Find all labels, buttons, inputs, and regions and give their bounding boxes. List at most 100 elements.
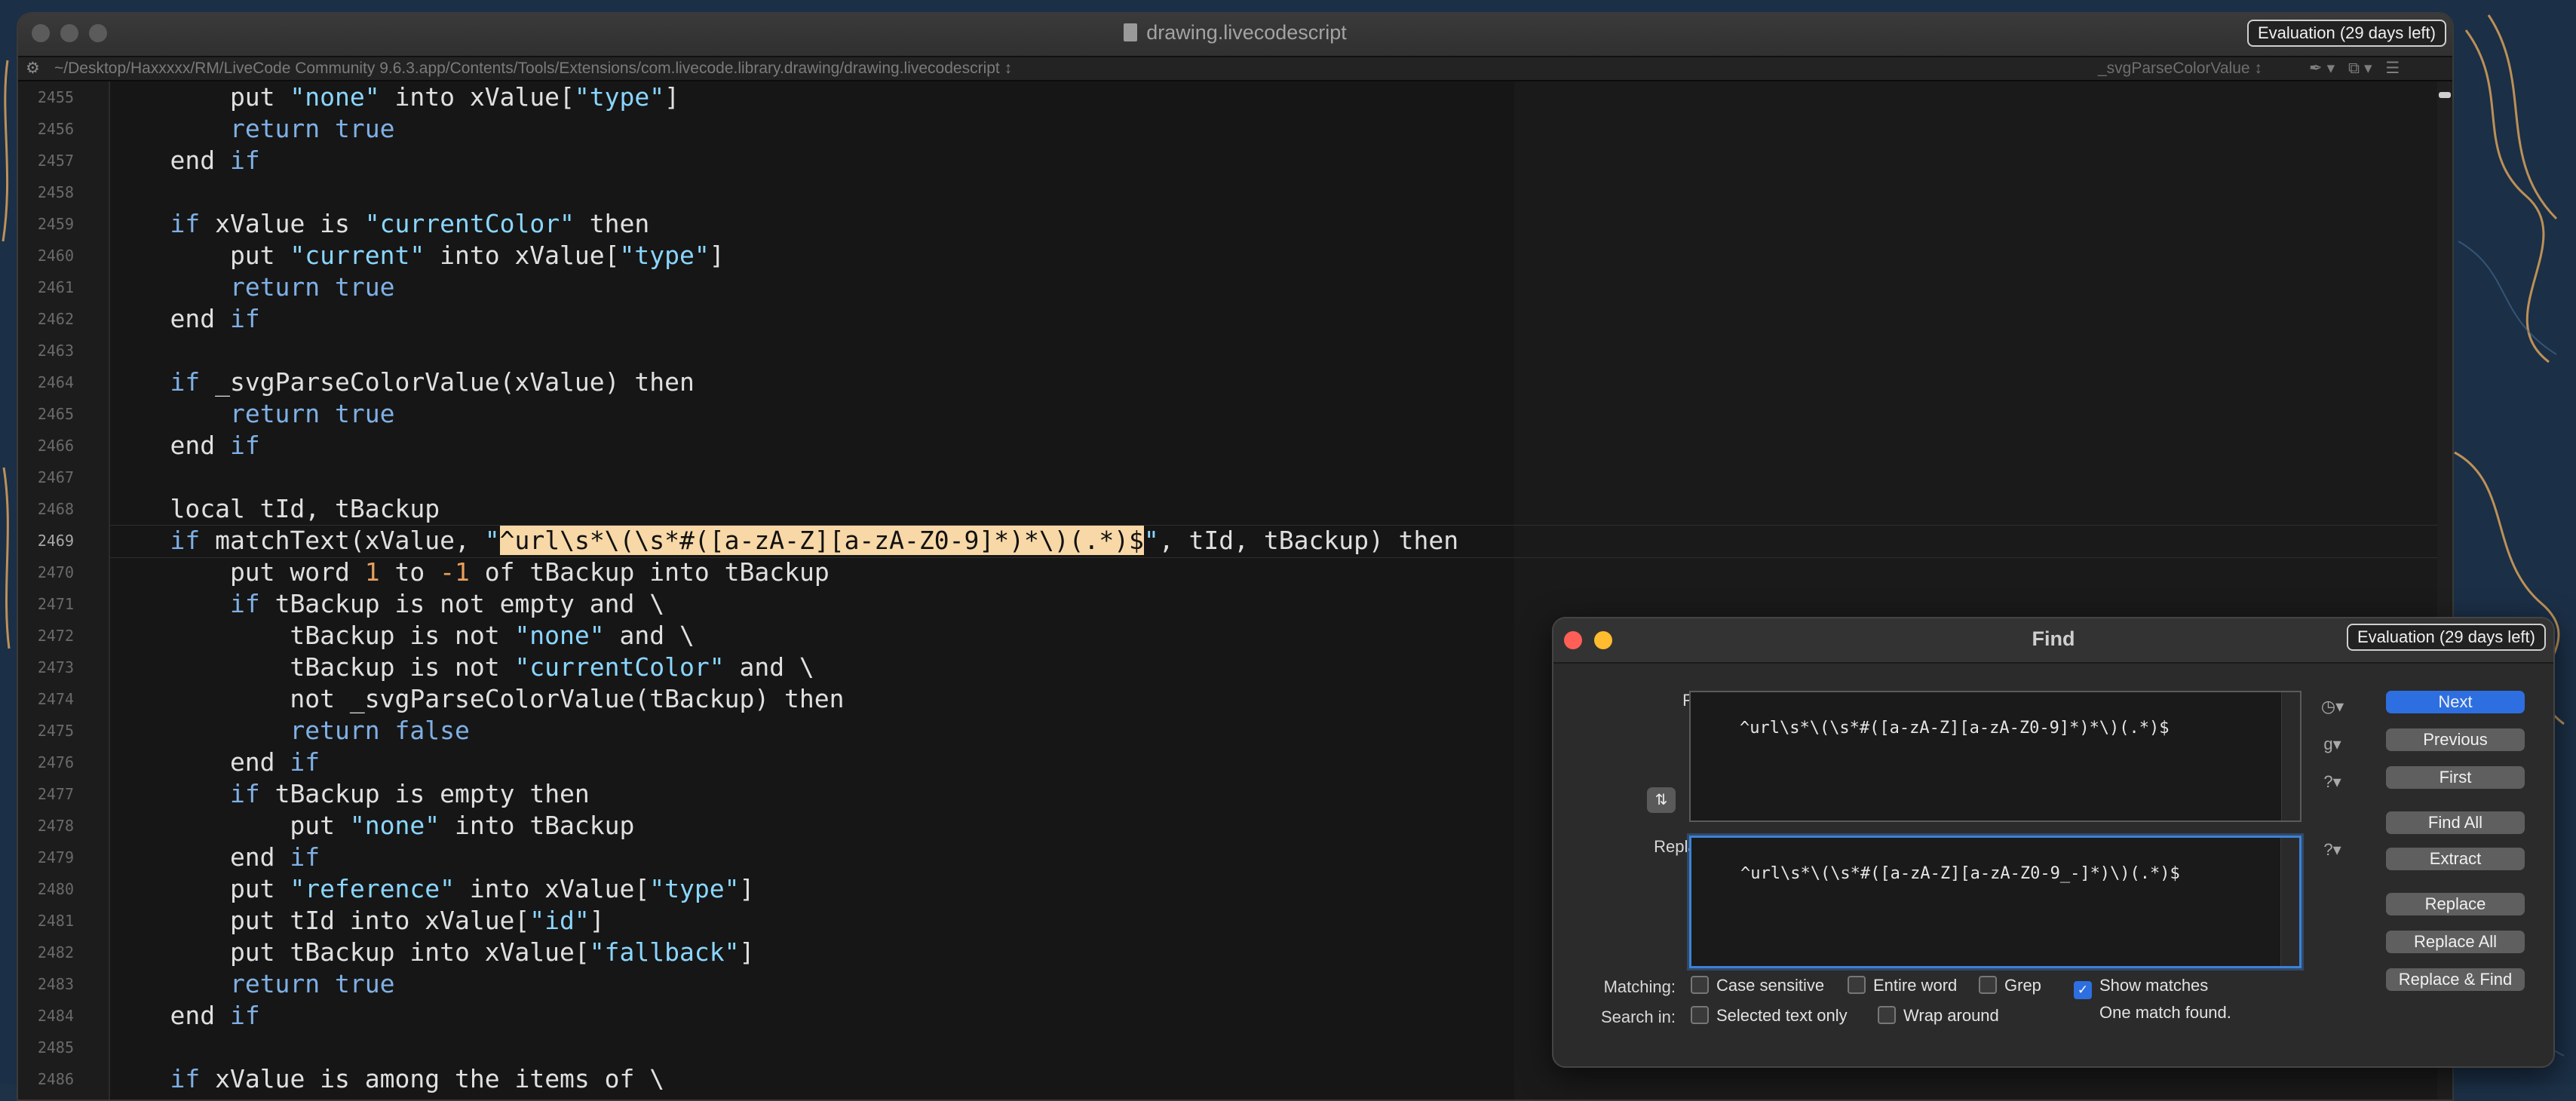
extract-button[interactable]: Extract (2386, 848, 2525, 870)
code-line[interactable]: end if (110, 747, 320, 778)
line-number[interactable]: 2471 (18, 588, 74, 620)
line-number[interactable]: 2461 (18, 271, 74, 303)
code-line[interactable]: put "current" into xValue["type"] (110, 240, 725, 271)
handler-selector[interactable]: _svgParseColorValue ↕ (2098, 57, 2262, 80)
code-line[interactable]: local tId, tBackup (110, 493, 440, 525)
line-number[interactable]: 2473 (18, 652, 74, 683)
line-number[interactable]: 2475 (18, 715, 74, 747)
code-line[interactable]: if _svgParseColorValue(xValue) then (110, 366, 694, 398)
replace-input-scrollbar[interactable] (2280, 838, 2299, 966)
checkbox-box[interactable] (1848, 976, 1866, 994)
code-line[interactable]: tBackup is not "none" and \ (110, 620, 694, 652)
previous-button[interactable]: Previous (2386, 728, 2525, 751)
line-number[interactable]: 2456 (18, 113, 74, 145)
code-token: put (110, 82, 290, 112)
code-line[interactable]: if matchText(xValue, "^url\s*\(\s*#([a-z… (110, 525, 1458, 557)
replace-all-button[interactable]: Replace All (2386, 931, 2525, 953)
path-bar: ⚙ ~/Desktop/Haxxxxx/RM/LiveCode Communit… (18, 57, 2452, 81)
line-number[interactable]: 2458 (18, 176, 74, 208)
selected-text-only-checkbox[interactable]: Selected text only (1691, 1004, 1848, 1027)
scroll-thumb[interactable] (2439, 92, 2451, 98)
replace-button[interactable]: Replace (2386, 893, 2525, 915)
line-number[interactable]: 2477 (18, 778, 74, 810)
code-line[interactable]: if tBackup is empty then (110, 778, 590, 810)
grep-menu-icon[interactable]: g▾ (2314, 731, 2351, 757)
regex-toggle-button[interactable]: ⇅ (1647, 787, 1676, 813)
line-number[interactable]: 2466 (18, 430, 74, 462)
entire-word-checkbox[interactable]: Entire word (1848, 974, 1957, 997)
code-line[interactable]: end if (110, 145, 259, 176)
gear-icon[interactable]: ⚙ (26, 57, 40, 80)
line-number[interactable]: 2478 (18, 810, 74, 842)
code-line[interactable]: put "none" into xValue["type"] (110, 81, 679, 113)
grep-checkbox[interactable]: Grep (1979, 974, 2041, 997)
line-number[interactable]: 2455 (18, 81, 74, 113)
line-number[interactable]: 2472 (18, 620, 74, 652)
line-number[interactable]: 2464 (18, 366, 74, 398)
line-number[interactable]: 2479 (18, 842, 74, 873)
find-help-icon[interactable]: ?▾ (2314, 769, 2351, 795)
code-line[interactable]: end if (110, 1000, 259, 1032)
find-input-scrollbar[interactable] (2281, 692, 2300, 820)
code-line[interactable]: not _svgParseColorValue(tBackup) then (110, 683, 844, 715)
first-button[interactable]: First (2386, 766, 2525, 789)
code-line[interactable]: return true (110, 968, 395, 1000)
line-number[interactable]: 2462 (18, 303, 74, 335)
code-token: if (170, 1064, 201, 1093)
line-number[interactable]: 2486 (18, 1063, 74, 1095)
line-number[interactable]: 2484 (18, 1000, 74, 1032)
code-line[interactable]: end if (110, 303, 259, 335)
code-line[interactable]: put tId into xValue["id"] (110, 905, 605, 937)
code-line[interactable]: tBackup is not "currentColor" and \ (110, 652, 814, 683)
line-number[interactable]: 2470 (18, 557, 74, 588)
code-line[interactable]: if tBackup is not empty and \ (110, 588, 664, 620)
checkbox-box[interactable] (1691, 976, 1709, 994)
case-sensitive-checkbox[interactable]: Case sensitive (1691, 974, 1824, 997)
find-evaluation-badge[interactable]: Evaluation (29 days left) (2346, 624, 2546, 651)
replace-and-find-button[interactable]: Replace & Find (2386, 968, 2525, 991)
checkmark-icon[interactable]: ✓ (2074, 981, 2092, 999)
code-line[interactable]: return true (110, 113, 395, 145)
line-number[interactable]: 2482 (18, 937, 74, 968)
line-number[interactable]: 2468 (18, 493, 74, 525)
line-number[interactable]: 2463 (18, 335, 74, 366)
pathbar-tool-icons[interactable]: ✒▾ ⧉▾ ☰ (2309, 57, 2404, 80)
code-line[interactable]: return false (110, 715, 469, 747)
find-input[interactable]: ^url\s*\(\s*#([a-zA-Z][a-zA-Z0-9]*)*\)(.… (1689, 691, 2302, 822)
wrap-around-checkbox[interactable]: Wrap around (1878, 1004, 1999, 1027)
code-line[interactable]: put "none" into tBackup (110, 810, 634, 842)
code-line[interactable]: end if (110, 842, 320, 873)
line-number[interactable]: 2485 (18, 1032, 74, 1063)
line-number[interactable]: 2474 (18, 683, 74, 715)
next-button[interactable]: Next (2386, 691, 2525, 713)
code-line[interactable]: put "reference" into xValue["type"] (110, 873, 754, 905)
line-number[interactable]: 2459 (18, 208, 74, 240)
code-line[interactable]: return true (110, 271, 395, 303)
history-clock-icon[interactable]: ◷▾ (2314, 694, 2351, 719)
show-matches-checkbox[interactable]: ✓ Show matches (2074, 974, 2208, 999)
line-number[interactable]: 2460 (18, 240, 74, 271)
code-line[interactable]: if xValue is "currentColor" then (110, 208, 649, 240)
line-number[interactable]: 2480 (18, 873, 74, 905)
replace-input[interactable]: ^url\s*\(\s*#([a-zA-Z][a-zA-Z0-9_-]*)\)(… (1689, 836, 2302, 968)
code-token: return (229, 114, 320, 143)
evaluation-badge[interactable]: Evaluation (29 days left) (2246, 20, 2446, 47)
line-number[interactable]: 2483 (18, 968, 74, 1000)
line-number[interactable]: 2467 (18, 462, 74, 493)
line-number[interactable]: 2481 (18, 905, 74, 937)
find-all-button[interactable]: Find All (2386, 811, 2525, 834)
line-number[interactable]: 2469 (18, 525, 74, 557)
code-line[interactable]: if xValue is among the items of \ (110, 1063, 664, 1095)
line-number[interactable]: 2476 (18, 747, 74, 778)
checkbox-box[interactable] (1878, 1006, 1896, 1024)
checkbox-box[interactable] (1691, 1006, 1709, 1024)
code-line[interactable]: put word 1 to -1 of tBackup into tBackup (110, 557, 830, 588)
code-line[interactable]: return true (110, 398, 395, 430)
checkbox-box[interactable] (1979, 976, 1997, 994)
code-line[interactable]: end if (110, 430, 259, 462)
line-number[interactable]: 2457 (18, 145, 74, 176)
file-path[interactable]: ~/Desktop/Haxxxxx/RM/LiveCode Community … (54, 57, 1012, 80)
code-line[interactable]: put tBackup into xValue["fallback"] (110, 937, 754, 968)
line-number[interactable]: 2465 (18, 398, 74, 430)
replace-help-icon[interactable]: ?▾ (2314, 837, 2351, 863)
